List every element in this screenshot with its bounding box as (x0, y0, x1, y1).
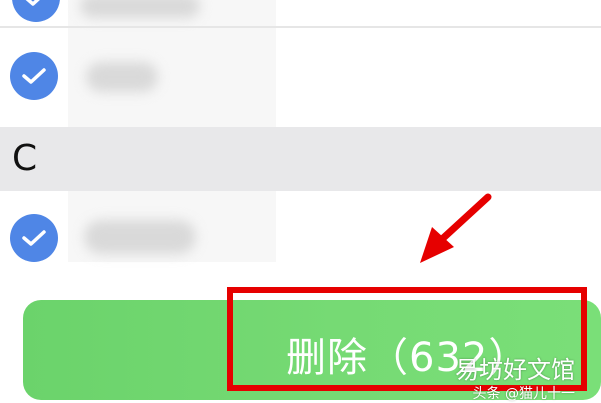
watermark: 易坊好文馆 头条 @猫儿十一 (455, 350, 575, 403)
red-arrow-icon (420, 193, 492, 263)
contact-checkbox[interactable] (10, 52, 58, 100)
blurred-name-2 (86, 62, 158, 92)
row-divider (0, 26, 601, 28)
contact-checkbox-top[interactable] (12, 0, 60, 22)
checkmark-icon (22, 230, 46, 246)
watermark-subtitle: 头条 @猫儿十一 (472, 386, 575, 402)
checkmark-icon (22, 68, 46, 84)
checkmark-icon (25, 0, 40, 6)
blurred-name-1 (80, 0, 200, 18)
blurred-name-3 (84, 220, 196, 254)
section-letter: C (12, 138, 38, 179)
watermark-title: 易坊好文馆 (455, 356, 575, 384)
contact-checkbox[interactable] (10, 214, 58, 262)
section-header: C (0, 127, 601, 191)
